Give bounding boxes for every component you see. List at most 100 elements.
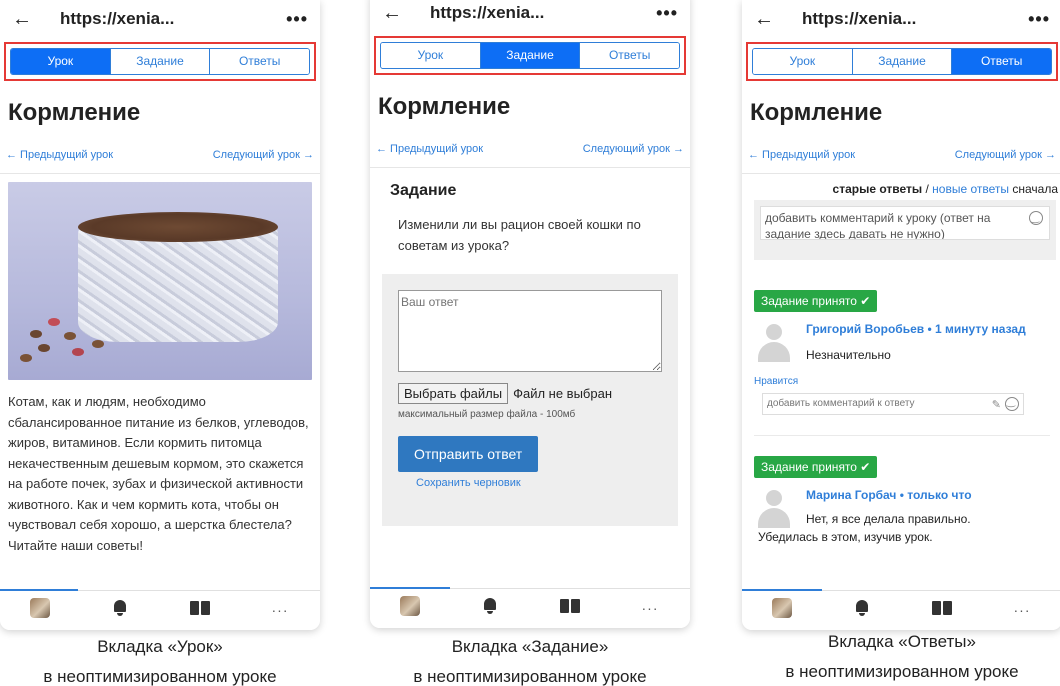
next-lesson-link[interactable]: Следующий урок → [583, 143, 684, 155]
lesson-comment-input[interactable]: добавить комментарий к уроку (ответ на з… [760, 206, 1050, 240]
page-title: Кормление [378, 93, 511, 120]
page-title: Кормление [8, 99, 141, 126]
avatar-icon [400, 596, 420, 616]
bottom-nav-more[interactable]: ··· [630, 600, 670, 618]
answer-comment-input[interactable]: добавить комментарий к ответу ✎ [762, 393, 1024, 415]
caption-answers: Вкладка «Ответы» в неоптимизированном ур… [742, 627, 1060, 686]
bell-icon [483, 598, 497, 614]
answer-item: Задание принято ✔ Григорий Воробьев • 1 … [742, 290, 1060, 436]
sort-new-link[interactable]: новые ответы [932, 182, 1009, 196]
lesson-navigation: ← Предыдущий урок Следующий урок → [742, 149, 1060, 161]
attach-clip-icon[interactable]: ✎ [992, 398, 1001, 411]
more-dots-icon[interactable]: ••• [656, 3, 678, 24]
bottom-nav-notifications[interactable] [100, 600, 140, 621]
tabs-highlight: Урок Задание Ответы [4, 42, 316, 81]
kibble [64, 332, 76, 340]
avatar-icon [772, 598, 792, 618]
answer-author[interactable]: Марина Горбач • только что [806, 488, 972, 502]
tab-task[interactable]: Задание [479, 43, 580, 68]
emoji-icon[interactable] [1005, 397, 1019, 411]
bottom-nav-more[interactable]: ··· [1002, 602, 1042, 620]
prev-lesson-link[interactable]: ← Предыдущий урок [376, 143, 483, 155]
bottom-nav-avatar[interactable] [20, 598, 60, 623]
answer-textarea[interactable] [398, 290, 662, 372]
next-lesson-link[interactable]: Следующий урок → [955, 149, 1056, 161]
dots-icon: ··· [641, 599, 659, 616]
prev-lesson-link[interactable]: ← Предыдущий урок [748, 149, 855, 161]
avatar-icon [30, 598, 50, 618]
dots-icon: ··· [1013, 601, 1031, 618]
kibble [30, 330, 42, 338]
user-avatar-icon [754, 488, 794, 528]
file-upload-row: Выбрать файлы Файл не выбран [398, 383, 662, 404]
bottom-nav: ··· [370, 587, 690, 628]
tab-answers[interactable]: Ответы [209, 49, 309, 74]
sort-old-link[interactable]: старые ответы [833, 182, 923, 196]
answer-form: Выбрать файлы Файл не выбран максимальны… [382, 274, 678, 526]
bottom-nav-courses[interactable] [922, 601, 962, 620]
tabs-highlight: Урок Задание Ответы [746, 42, 1058, 81]
answer-item: Задание принято ✔ Марина Горбач • только… [742, 456, 1060, 544]
divider [754, 435, 1050, 436]
lesson-tabs: Урок Задание Ответы [10, 48, 310, 75]
kibble [48, 318, 60, 326]
prev-lesson-link[interactable]: ← Предыдущий урок [6, 149, 113, 161]
sort-separator: / [925, 182, 929, 196]
sort-first-label: сначала [1012, 182, 1058, 196]
tab-lesson[interactable]: Урок [381, 43, 480, 68]
bottom-nav-avatar[interactable] [390, 596, 430, 621]
choose-files-button[interactable]: Выбрать файлы [398, 383, 509, 404]
divider [0, 173, 320, 174]
tab-answers[interactable]: Ответы [951, 49, 1051, 74]
tab-task[interactable]: Задание [109, 49, 210, 74]
answer-author[interactable]: Григорий Воробьев • 1 минуту назад [806, 322, 1026, 336]
more-dots-icon[interactable]: ••• [1028, 9, 1050, 30]
bottom-nav-avatar[interactable] [762, 598, 802, 623]
active-indicator [0, 589, 78, 591]
max-file-size-note: максимальный размер файла - 100мб [398, 409, 576, 420]
url-text[interactable]: https://xenia... [430, 3, 656, 23]
phone-task: ← https://xenia... ••• Урок Задание Отве… [370, 0, 690, 628]
book-icon [190, 601, 210, 615]
browser-bar: ← https://xenia... ••• [0, 0, 320, 38]
dots-icon: ··· [271, 601, 289, 618]
bottom-nav-notifications[interactable] [470, 598, 510, 619]
bell-icon [855, 600, 869, 616]
tab-lesson[interactable]: Урок [11, 49, 110, 74]
bottom-nav: ··· [742, 589, 1060, 630]
bell-icon [113, 600, 127, 616]
answer-text: Нет, я все делала правильно. [806, 512, 971, 526]
submit-answer-button[interactable]: Отправить ответ [398, 436, 539, 472]
task-question: Изменили ли вы рацион своей кошки по сов… [398, 217, 641, 253]
answers-sort: старые ответы / новые ответы сначала [742, 174, 1060, 196]
kibble [92, 340, 104, 348]
tab-task[interactable]: Задание [851, 49, 952, 74]
tabs-highlight: Урок Задание Ответы [374, 36, 686, 75]
caption-task: Вкладка «Задание» в неоптимизированном у… [370, 632, 690, 686]
url-text[interactable]: https://xenia... [60, 9, 286, 29]
caption-line: в неоптимизированном уроке [43, 667, 277, 686]
user-avatar-icon [754, 322, 794, 362]
task-heading: Задание [390, 182, 457, 199]
accepted-badge: Задание принято ✔ [754, 290, 878, 312]
more-dots-icon[interactable]: ••• [286, 9, 308, 30]
cat-food-bowl-image [8, 182, 312, 380]
emoji-icon[interactable] [1029, 211, 1043, 227]
bottom-nav-courses[interactable] [550, 599, 590, 618]
answer-body: Григорий Воробьев • 1 минуту назад Незна… [754, 322, 1050, 362]
caption-line: в неоптимизированном уроке [413, 667, 647, 686]
bottom-nav-notifications[interactable] [842, 600, 882, 621]
tab-lesson[interactable]: Урок [753, 49, 852, 74]
save-draft-link[interactable]: Сохранить черновик [398, 477, 662, 489]
tab-answers[interactable]: Ответы [579, 43, 679, 68]
next-lesson-link[interactable]: Следующий урок → [213, 149, 314, 161]
book-icon [932, 601, 952, 615]
back-arrow-icon[interactable]: ← [12, 8, 42, 31]
bottom-nav: ··· [0, 589, 320, 630]
back-arrow-icon[interactable]: ← [382, 2, 412, 25]
like-link[interactable]: Нравится [754, 376, 1050, 387]
back-arrow-icon[interactable]: ← [754, 8, 784, 31]
bottom-nav-courses[interactable] [180, 601, 220, 620]
url-text[interactable]: https://xenia... [802, 9, 1028, 29]
bottom-nav-more[interactable]: ··· [260, 602, 300, 620]
